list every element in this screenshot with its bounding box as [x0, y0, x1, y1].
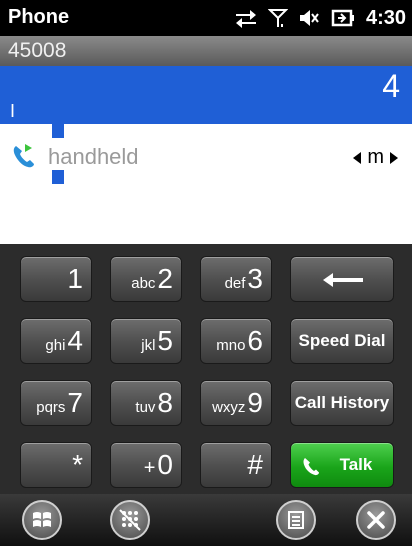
- menu-icon: [288, 511, 304, 529]
- keypad-off-icon: [119, 509, 141, 531]
- number-type: m: [367, 146, 384, 168]
- key-4-digit: 4: [67, 325, 83, 356]
- key-7[interactable]: pqrs 7: [20, 380, 92, 426]
- start-button[interactable]: [22, 500, 62, 540]
- menu-button[interactable]: [276, 500, 316, 540]
- app-title: Phone: [8, 6, 70, 28]
- signal-icon: [267, 9, 288, 27]
- keypad-toggle-button[interactable]: [110, 500, 150, 540]
- key-9[interactable]: wxyz 9: [200, 380, 272, 426]
- windows-logo-icon: [33, 512, 51, 527]
- talk-button[interactable]: Talk: [290, 442, 394, 488]
- key-9-digit: 9: [247, 387, 263, 418]
- key-hash[interactable]: #: [200, 442, 272, 488]
- key-5-letters: jkl: [141, 337, 156, 354]
- key-8-letters: tuv: [135, 399, 156, 416]
- talk-label: Talk: [339, 455, 373, 474]
- key-4-letters: ghi: [45, 337, 66, 354]
- key-star[interactable]: *: [20, 442, 92, 488]
- dialed-number: 4: [382, 68, 400, 104]
- bottom-menu-bar: [0, 494, 412, 546]
- key-hash-symbol: #: [247, 449, 263, 480]
- speaker-icon[interactable]: [298, 7, 320, 29]
- prev-arrow-icon[interactable]: [353, 151, 362, 164]
- key-0[interactable]: +0: [110, 442, 182, 488]
- key-7-digit: 7: [67, 387, 83, 418]
- status-bar: Phone 4:30: [0, 0, 412, 36]
- key-9-letters: wxyz: [212, 399, 246, 416]
- key-0-plus: +: [143, 457, 156, 479]
- key-1[interactable]: 1: [20, 256, 92, 302]
- key-3-letters: def: [224, 275, 246, 292]
- data-sync-icon: [235, 10, 256, 28]
- battery-icon[interactable]: [330, 7, 356, 29]
- key-5[interactable]: jkl 5: [110, 318, 182, 364]
- key-5-digit: 5: [157, 325, 173, 356]
- key-8[interactable]: tuv 8: [110, 380, 182, 426]
- key-4[interactable]: ghi 4: [20, 318, 92, 364]
- contact-match-row[interactable]: handheld m: [0, 124, 412, 186]
- match-highlight-top: [52, 124, 64, 138]
- carrier-bar: 45008: [0, 36, 412, 66]
- carrier-name: 45008: [8, 39, 67, 62]
- speed-dial-button[interactable]: Speed Dial: [290, 318, 394, 364]
- backspace-icon: [323, 273, 363, 287]
- key-2-digit: 2: [157, 263, 173, 294]
- key-7-letters: pqrs: [36, 399, 66, 416]
- close-button[interactable]: [356, 500, 396, 540]
- key-8-digit: 8: [157, 387, 173, 418]
- key-3[interactable]: def 3: [200, 256, 272, 302]
- key-6[interactable]: mno 6: [200, 318, 272, 364]
- call-history-label: Call History: [294, 393, 390, 412]
- text-cursor: I: [10, 101, 16, 121]
- speed-dial-label: Speed Dial: [298, 331, 386, 350]
- keypad: 1 abc 2 def 3 ghi 4 jkl 5 mno 6 Speed Dial pq…: [0, 244, 412, 494]
- status-icons: 4:30: [234, 4, 406, 32]
- close-icon: [367, 511, 385, 529]
- key-star-symbol: *: [72, 449, 83, 480]
- key-2-letters: abc: [131, 275, 156, 292]
- match-highlight-bottom: [52, 170, 64, 184]
- number-type-selector[interactable]: m: [353, 146, 398, 169]
- key-6-letters: mno: [216, 337, 246, 354]
- key-6-digit: 6: [247, 325, 263, 356]
- next-arrow-icon[interactable]: [390, 151, 398, 164]
- key-0-digit: 0: [157, 449, 173, 480]
- key-1-digit: 1: [67, 263, 83, 294]
- backspace-button[interactable]: [290, 256, 394, 302]
- call-history-button[interactable]: Call History: [290, 380, 394, 426]
- contact-name: handheld: [48, 144, 139, 169]
- number-entry[interactable]: 4 I: [0, 66, 412, 124]
- phone-icon: [13, 144, 34, 168]
- key-3-digit: 3: [247, 263, 263, 294]
- clock[interactable]: 4:30: [366, 7, 406, 30]
- key-2[interactable]: abc 2: [110, 256, 182, 302]
